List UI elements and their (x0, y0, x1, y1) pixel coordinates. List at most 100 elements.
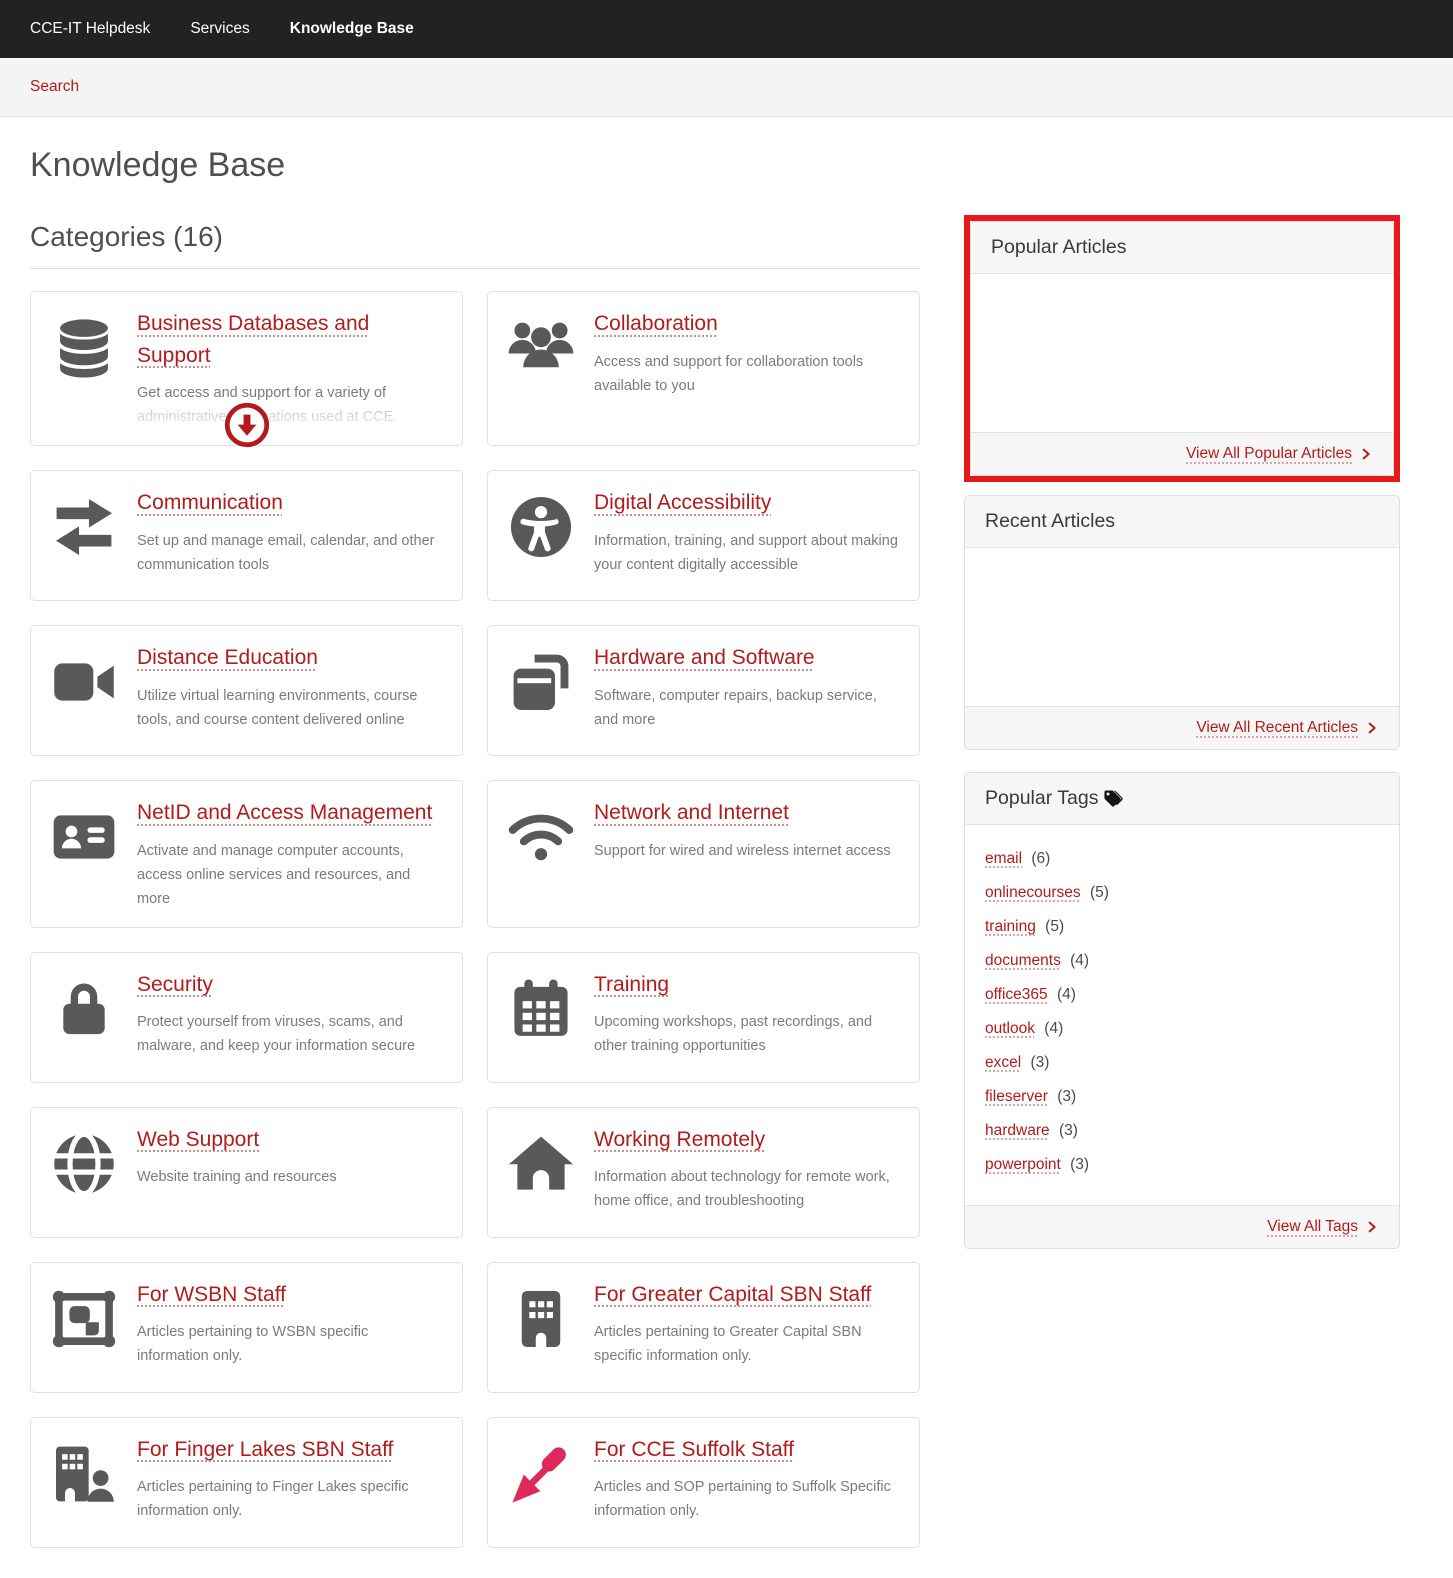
category-title-link[interactable]: Network and Internet (594, 801, 789, 824)
tag-link[interactable]: onlinecourses (985, 884, 1081, 901)
category-card[interactable]: For Finger Lakes SBN Staff Articles pert… (30, 1417, 463, 1548)
category-title-link[interactable]: Collaboration (594, 312, 718, 335)
category-description: Articles and SOP pertaining to Suffolk S… (594, 1475, 901, 1523)
category-card[interactable]: Web Support Website training and resourc… (30, 1107, 463, 1238)
search-bar: Search (0, 58, 1453, 117)
tag-link[interactable]: fileserver (985, 1088, 1048, 1105)
recent-articles-footer: View All Recent Articles (965, 706, 1399, 749)
tag-row: training (5) (985, 917, 1379, 937)
category-description: Information, training, and support about… (594, 529, 901, 577)
category-description: Utilize virtual learning environments, c… (137, 684, 444, 732)
whiteboard-icon (49, 1284, 119, 1376)
category-title-link[interactable]: For CCE Suffolk Staff (594, 1438, 794, 1461)
category-title-link[interactable]: NetID and Access Management (137, 801, 432, 824)
tag-link[interactable]: training (985, 918, 1036, 935)
tag-count: (4) (1057, 986, 1076, 1003)
category-card[interactable]: For WSBN Staff Articles pertaining to WS… (30, 1262, 463, 1393)
video-camera-icon (49, 647, 119, 739)
heading-divider (30, 268, 920, 269)
category-card[interactable]: Training Upcoming workshops, past record… (487, 952, 920, 1083)
tag-row: excel (3) (985, 1053, 1379, 1073)
overlapping-squares-icon (506, 647, 576, 739)
view-all-popular-articles-link[interactable]: View All Popular Articles (1186, 445, 1373, 463)
popular-articles-footer: View All Popular Articles (971, 432, 1393, 475)
category-card[interactable]: NetID and Access Management Activate and… (30, 780, 463, 928)
nav-brand[interactable]: CCE-IT Helpdesk (30, 20, 150, 38)
category-title-link[interactable]: Business Databases and Support (137, 312, 369, 367)
category-description: Access and support for collaboration too… (594, 350, 901, 398)
category-title-link[interactable]: For WSBN Staff (137, 1283, 286, 1306)
recent-articles-header: Recent Articles (965, 496, 1399, 548)
category-description: Software, computer repairs, backup servi… (594, 684, 901, 732)
category-card[interactable]: Communication Set up and manage email, c… (30, 470, 463, 601)
recent-articles-list (965, 548, 1399, 706)
tags-icon (1102, 788, 1123, 809)
category-title-link[interactable]: For Greater Capital SBN Staff (594, 1283, 871, 1306)
category-card[interactable]: Distance Education Utilize virtual learn… (30, 625, 463, 756)
category-title-link[interactable]: Digital Accessibility (594, 491, 771, 514)
popular-tags-header: Popular Tags (965, 773, 1399, 825)
chevron-right-icon (1365, 1220, 1379, 1234)
search-link[interactable]: Search (30, 78, 79, 96)
popular-articles-title: Popular Articles (991, 236, 1126, 259)
tag-count: (3) (1031, 1054, 1050, 1071)
view-all-tags-link[interactable]: View All Tags (1267, 1218, 1379, 1236)
tag-count: (4) (1044, 1020, 1063, 1037)
category-card[interactable]: Hardware and Software Software, computer… (487, 625, 920, 756)
database-icon (49, 313, 119, 429)
tag-link[interactable]: documents (985, 952, 1061, 969)
tag-link[interactable]: outlook (985, 1020, 1035, 1037)
category-description: Get access and support for a variety of … (137, 381, 444, 429)
nav-item-knowledge-base[interactable]: Knowledge Base (290, 20, 414, 38)
top-navigation: CCE-IT Helpdesk Services Knowledge Base (0, 0, 1453, 58)
category-title-link[interactable]: Training (594, 973, 669, 996)
tag-link[interactable]: hardware (985, 1122, 1050, 1139)
category-card[interactable]: Security Protect yourself from viruses, … (30, 952, 463, 1083)
lock-icon (49, 974, 119, 1066)
tag-row: powerpoint (3) (985, 1155, 1379, 1175)
category-card[interactable]: Working Remotely Information about techn… (487, 1107, 920, 1238)
category-title-link[interactable]: Communication (137, 491, 283, 514)
category-description: Articles pertaining to Finger Lakes spec… (137, 1475, 444, 1523)
category-title-link[interactable]: Working Remotely (594, 1128, 765, 1151)
category-title-link[interactable]: For Finger Lakes SBN Staff (137, 1438, 393, 1461)
tag-row: outlook (4) (985, 1019, 1379, 1039)
wifi-icon (506, 802, 576, 911)
category-card[interactable]: For CCE Suffolk Staff Articles and SOP p… (487, 1417, 920, 1548)
tag-link[interactable]: office365 (985, 986, 1048, 1003)
category-description: Articles pertaining to Greater Capital S… (594, 1320, 901, 1368)
popular-articles-list (971, 274, 1393, 432)
nav-item-services[interactable]: Services (190, 20, 249, 38)
popular-tags-title: Popular Tags (985, 787, 1098, 810)
popular-articles-panel: Popular Articles View All Popular Articl… (970, 221, 1394, 476)
page-content: Knowledge Base Categories (16) Business … (0, 146, 1453, 1578)
category-description: Protect yourself from viruses, scams, an… (137, 1010, 444, 1058)
communication-arrows-icon (49, 492, 119, 584)
categories-section: Categories (16) Business Databases and S… (30, 221, 920, 1548)
categories-grid: Business Databases and Support Get acces… (30, 291, 920, 1548)
category-title-link[interactable]: Web Support (137, 1128, 259, 1151)
tag-row: onlinecourses (5) (985, 883, 1379, 903)
popular-tags-panel: Popular Tags email (6) onlinecourses (5)… (964, 772, 1400, 1249)
category-title-link[interactable]: Security (137, 973, 213, 996)
category-title-link[interactable]: Hardware and Software (594, 646, 815, 669)
tag-count: (3) (1059, 1122, 1078, 1139)
popular-tags-list: email (6) onlinecourses (5) training (5)… (965, 825, 1399, 1205)
view-all-recent-articles-link[interactable]: View All Recent Articles (1196, 719, 1379, 737)
category-description: Support for wired and wireless internet … (594, 839, 891, 863)
category-card[interactable]: For Greater Capital SBN Staff Articles p… (487, 1262, 920, 1393)
tag-count: (5) (1045, 918, 1064, 935)
tag-count: (3) (1057, 1088, 1076, 1105)
category-description: Set up and manage email, calendar, and o… (137, 529, 444, 577)
category-description: Activate and manage computer accounts, a… (137, 839, 444, 911)
category-card[interactable]: Network and Internet Support for wired a… (487, 780, 920, 928)
category-card[interactable]: Collaboration Access and support for col… (487, 291, 920, 446)
globe-icon (49, 1129, 119, 1221)
category-title-link[interactable]: Distance Education (137, 646, 318, 669)
tag-link[interactable]: excel (985, 1054, 1021, 1071)
tag-link[interactable]: email (985, 850, 1022, 867)
tag-link[interactable]: powerpoint (985, 1156, 1061, 1173)
sidebar: Popular Articles View All Popular Articl… (964, 215, 1400, 1249)
category-card[interactable]: Digital Accessibility Information, train… (487, 470, 920, 601)
chevron-right-icon (1365, 721, 1379, 735)
